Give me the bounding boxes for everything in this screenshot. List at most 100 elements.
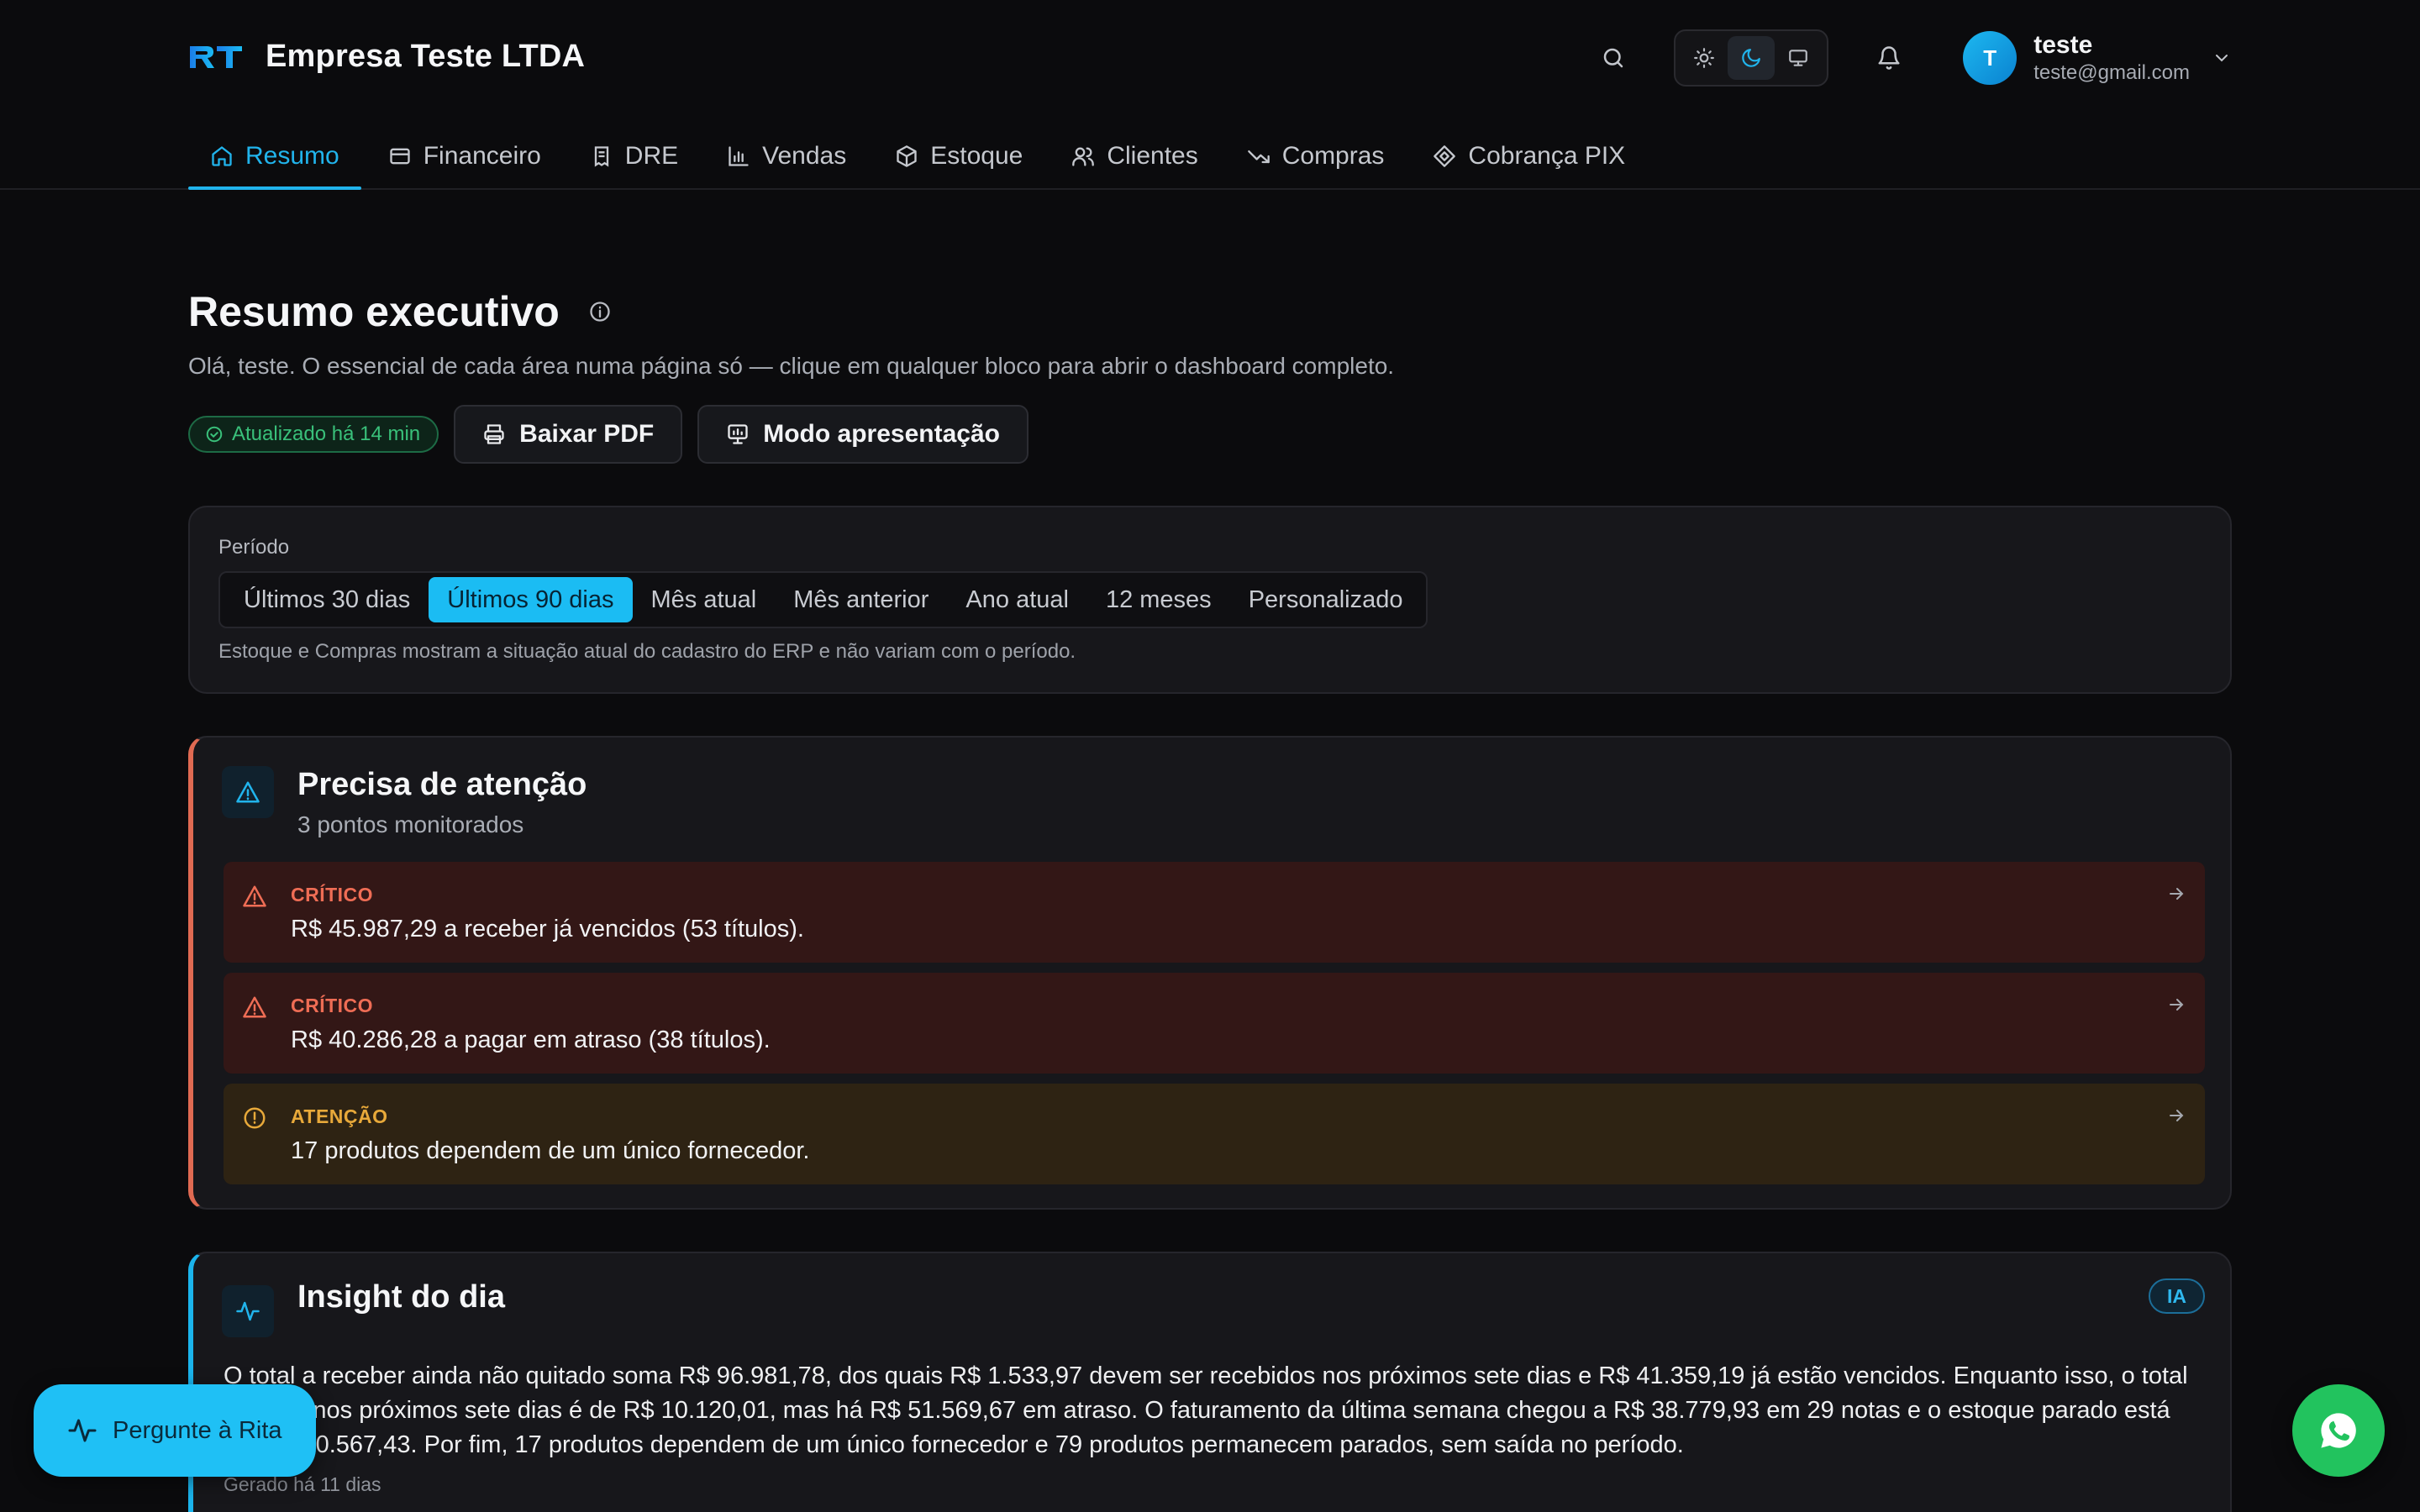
insight-icon-box	[222, 1285, 274, 1337]
warning-triangle-icon	[243, 885, 266, 907]
tab-label: Cobrança PIX	[1468, 142, 1626, 170]
monitor-icon	[1789, 50, 1808, 66]
period-filter-card: Período Últimos 30 dias Últimos 90 dias …	[188, 506, 2232, 694]
download-pdf-button[interactable]: Baixar PDF	[454, 405, 683, 464]
avatar: T	[1963, 31, 2018, 85]
search-icon	[1603, 48, 1623, 68]
info-icon[interactable]	[588, 300, 612, 323]
download-pdf-label: Baixar PDF	[519, 420, 655, 448]
period-note: Estoque e Compras mostram a situação atu…	[218, 640, 1076, 663]
arrow-right-icon	[2170, 888, 2184, 900]
period-option-12-months[interactable]: 12 meses	[1087, 577, 1230, 622]
tab-label: Estoque	[930, 142, 1023, 170]
page-actions: Atualizado há 14 min Baixar PDF Modo apr…	[188, 405, 1028, 464]
alert-item-receivables-overdue[interactable]: CRÍTICO R$ 45.987,29 a receber já vencid…	[224, 862, 2205, 963]
updated-label: Atualizado há 14 min	[232, 423, 421, 445]
alert-circle-icon	[244, 1107, 266, 1129]
attention-card: Precisa de atenção 3 pontos monitorados …	[188, 736, 2232, 1210]
period-segmented-control: Últimos 30 dias Últimos 90 dias Mês atua…	[218, 571, 1428, 628]
presentation-mode-label: Modo apresentação	[763, 420, 1000, 448]
insight-header: Insight do dia	[222, 1278, 505, 1337]
page-subtitle: Olá, teste. O essencial de cada área num…	[188, 353, 1395, 379]
ask-rita-button[interactable]: Pergunte à Rita	[34, 1384, 316, 1477]
alert-text: R$ 45.987,29 a receber já vencidos (53 t…	[291, 916, 804, 942]
tab-label: Resumo	[245, 142, 339, 170]
tab-financeiro[interactable]: Financeiro	[366, 124, 563, 188]
insight-header-text: Insight do dia	[297, 1278, 505, 1337]
dark-theme-button[interactable]	[1728, 36, 1776, 80]
insight-title: Insight do dia	[297, 1279, 505, 1315]
tab-cobranca-pix[interactable]: Cobrança PIX	[1411, 124, 1647, 188]
alert-item-payables-late[interactable]: CRÍTICO R$ 40.286,28 a pagar em atraso (…	[224, 973, 2205, 1074]
page-title-row: Resumo executivo	[188, 287, 612, 336]
box-icon	[897, 145, 917, 167]
warning-triangle-icon	[243, 996, 266, 1018]
trending-down-icon	[1247, 150, 1270, 164]
brand[interactable]: Empresa Teste LTDA	[188, 39, 585, 75]
header-actions: T teste teste@gmail.com	[1590, 29, 2232, 87]
tab-estoque[interactable]: Estoque	[873, 124, 1044, 188]
whatsapp-icon	[2321, 1413, 2356, 1448]
ask-rita-label: Pergunte à Rita	[113, 1416, 282, 1444]
bar-chart-icon	[729, 146, 749, 166]
warning-triangle-icon	[236, 781, 260, 803]
alert-level: ATENÇÃO	[291, 1105, 388, 1127]
logo-icon	[190, 45, 242, 68]
presentation-icon	[728, 424, 748, 444]
whatsapp-button[interactable]	[2292, 1384, 2385, 1477]
tab-compras[interactable]: Compras	[1225, 124, 1407, 188]
user-info: teste teste@gmail.com	[2033, 30, 2190, 86]
user-name: teste	[2033, 31, 2093, 59]
company-name: Empresa Teste LTDA	[266, 39, 586, 74]
light-theme-button[interactable]	[1681, 36, 1728, 80]
user-email: teste@gmail.com	[2033, 61, 2190, 84]
top-header: Empresa Teste LTDA T teste teste@gmail.c…	[0, 0, 2420, 190]
ai-badge: IA	[2149, 1278, 2205, 1314]
insight-text: O total a receber ainda não quitado soma…	[224, 1362, 2188, 1458]
tab-resumo[interactable]: Resumo	[188, 124, 361, 190]
period-option-current-year[interactable]: Ano atual	[947, 577, 1087, 622]
period-option-custom[interactable]: Personalizado	[1230, 577, 1422, 622]
tab-clientes[interactable]: Clientes	[1050, 124, 1219, 188]
home-icon	[212, 146, 232, 166]
system-theme-button[interactable]	[1775, 36, 1822, 80]
period-option-90-days[interactable]: Últimos 90 dias	[429, 577, 633, 622]
user-menu[interactable]: T teste teste@gmail.com	[1963, 30, 2232, 86]
wallet-icon	[390, 148, 410, 165]
alert-level: CRÍTICO	[291, 995, 374, 1016]
attention-title: Precisa de atenção	[297, 767, 587, 802]
activity-icon	[68, 1419, 97, 1442]
check-circle-icon	[206, 426, 223, 443]
tab-dre[interactable]: DRE	[568, 124, 700, 188]
alert-text: 17 produtos dependem de um único fornece…	[291, 1137, 810, 1164]
tab-label: DRE	[624, 142, 679, 170]
presentation-mode-button[interactable]: Modo apresentação	[697, 405, 1028, 464]
arrow-right-icon	[2170, 999, 2184, 1011]
tab-label: Financeiro	[423, 142, 541, 170]
attention-subtitle: 3 pontos monitorados	[297, 811, 524, 837]
pix-icon	[1434, 145, 1456, 167]
alert-level: CRÍTICO	[291, 884, 374, 906]
activity-icon	[236, 1301, 260, 1321]
users-icon	[1072, 147, 1095, 166]
period-option-previous-month[interactable]: Mês anterior	[775, 577, 947, 622]
alert-text: R$ 40.286,28 a pagar em atraso (38 títul…	[291, 1026, 771, 1053]
attention-icon-box	[222, 766, 274, 818]
search-button[interactable]	[1590, 34, 1637, 81]
bell-icon	[1878, 46, 1900, 70]
page-title: Resumo executivo	[188, 288, 560, 335]
printer-icon	[484, 424, 504, 444]
chevron-down-icon	[2216, 55, 2228, 62]
tab-vendas[interactable]: Vendas	[705, 124, 868, 188]
attention-header: Precisa de atenção 3 pontos monitorados	[222, 766, 587, 838]
period-label: Período	[218, 536, 290, 559]
sun-icon	[1694, 48, 1715, 68]
period-option-30-days[interactable]: Últimos 30 dias	[225, 577, 429, 622]
alert-item-single-supplier[interactable]: ATENÇÃO 17 produtos dependem de um único…	[224, 1084, 2205, 1184]
insight-generated: Gerado há 11 dias	[224, 1473, 381, 1495]
receipt-icon	[594, 146, 608, 167]
insight-card[interactable]: Insight do dia IA O total a receber aind…	[188, 1252, 2232, 1512]
attention-header-text: Precisa de atenção 3 pontos monitorados	[297, 766, 587, 838]
notifications-button[interactable]	[1865, 34, 1912, 81]
period-option-current-month[interactable]: Mês atual	[633, 577, 776, 622]
